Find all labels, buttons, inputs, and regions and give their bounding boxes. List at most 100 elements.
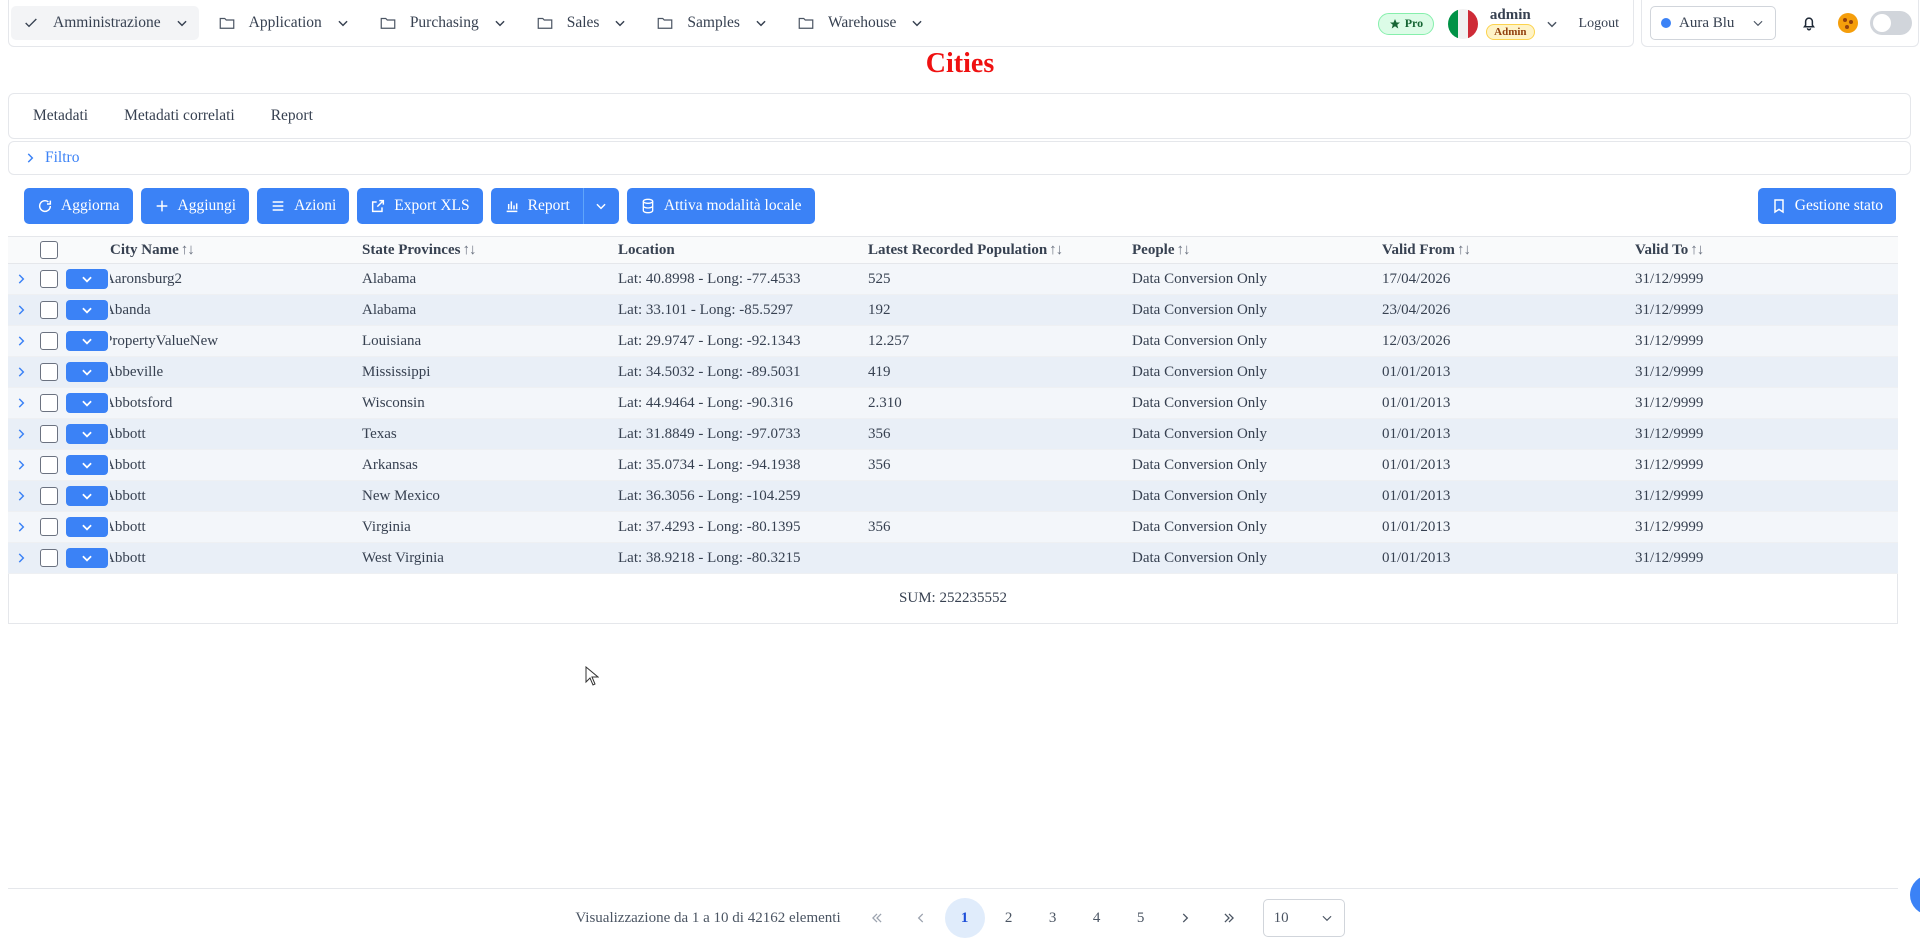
- sort-icon[interactable]: ↑↓: [1690, 242, 1704, 258]
- sort-icon[interactable]: ↑↓: [462, 242, 476, 258]
- column-header-valid-from[interactable]: Valid From ↑↓: [1382, 242, 1635, 259]
- page-button-5[interactable]: 5: [1121, 898, 1161, 938]
- row-actions-button[interactable]: [66, 362, 108, 382]
- table-row[interactable]: PropertyValueNew Louisiana Lat: 29.9747 - …: [8, 326, 1898, 357]
- cell-city: Abanda: [110, 302, 362, 319]
- menu-item-purchasing[interactable]: Purchasing: [368, 6, 517, 40]
- column-header-population[interactable]: Latest Recorded Population ↑↓: [868, 242, 1132, 259]
- row-checkbox[interactable]: [40, 270, 58, 288]
- table-row[interactable]: Abbott Virginia Lat: 37.4293 - Long: -80.1…: [8, 512, 1898, 543]
- row-actions-button[interactable]: [66, 486, 108, 506]
- row-actions-button[interactable]: [66, 331, 108, 351]
- column-header-people[interactable]: People ↑↓: [1132, 242, 1382, 259]
- sort-icon[interactable]: ↑↓: [181, 242, 195, 258]
- row-checkbox[interactable]: [40, 363, 58, 381]
- refresh-button[interactable]: Aggiorna: [24, 188, 133, 224]
- header-select-cell: [34, 241, 64, 259]
- table-row[interactable]: Abbott New Mexico Lat: 36.3056 - Long: -10…: [8, 481, 1898, 512]
- tab-metadati[interactable]: Metadati: [33, 107, 88, 125]
- row-checkbox[interactable]: [40, 425, 58, 443]
- menu-item-warehouse[interactable]: Warehouse: [786, 6, 934, 40]
- table-row[interactable]: Abbott Texas Lat: 31.8849 - Long: -97.0733…: [8, 419, 1898, 450]
- logout-button[interactable]: Logout: [1579, 16, 1619, 32]
- menu-item-sales[interactable]: Sales: [525, 6, 638, 40]
- row-expand-button[interactable]: [8, 551, 34, 565]
- sort-icon[interactable]: ↑↓: [1177, 242, 1191, 258]
- first-page-button[interactable]: [857, 898, 897, 938]
- row-expand-button[interactable]: [8, 365, 34, 379]
- page-button-4[interactable]: 4: [1077, 898, 1117, 938]
- last-page-button[interactable]: [1209, 898, 1249, 938]
- cell-people: Data Conversion Only: [1132, 487, 1267, 504]
- page-size-select[interactable]: 10: [1262, 899, 1345, 937]
- row-expand-button[interactable]: [8, 396, 34, 410]
- page-button-1[interactable]: 1: [944, 898, 985, 938]
- column-header-city[interactable]: City Name ↑↓: [110, 242, 362, 259]
- row-expand-button[interactable]: [8, 489, 34, 503]
- row-expand-button[interactable]: [8, 272, 34, 286]
- next-page-button[interactable]: [1165, 898, 1205, 938]
- row-actions-button[interactable]: [66, 548, 108, 568]
- bar-chart-icon: [504, 198, 520, 214]
- row-checkbox[interactable]: [40, 301, 58, 319]
- row-expand-button[interactable]: [8, 427, 34, 441]
- chevron-down-icon: [493, 16, 507, 30]
- row-checkbox[interactable]: [40, 549, 58, 567]
- row-checkbox[interactable]: [40, 518, 58, 536]
- menu-item-amministrazione[interactable]: Amministrazione: [11, 6, 199, 40]
- row-actions-button[interactable]: [66, 517, 108, 537]
- row-expand-button[interactable]: [8, 303, 34, 317]
- table-row[interactable]: Abbott West Virginia Lat: 38.9218 - Long: …: [8, 543, 1898, 574]
- page-button-3[interactable]: 3: [1033, 898, 1073, 938]
- tab-metadati-correlati[interactable]: Metadati correlati: [124, 107, 235, 125]
- page-button-2[interactable]: 2: [989, 898, 1029, 938]
- row-checkbox[interactable]: [40, 332, 58, 350]
- sort-icon[interactable]: ↑↓: [1049, 242, 1063, 258]
- row-actions-button[interactable]: [66, 424, 108, 444]
- cell-state: Wisconsin: [362, 394, 425, 411]
- menu-item-samples[interactable]: Samples: [645, 6, 778, 40]
- row-select-cell: [34, 549, 64, 567]
- chevron-down-icon[interactable]: [1545, 17, 1559, 31]
- cell-population: 356: [868, 456, 891, 473]
- column-header-valid-to[interactable]: Valid To ↑↓: [1635, 242, 1835, 259]
- language-flag-icon[interactable]: [1448, 8, 1479, 39]
- column-header-state[interactable]: State Provinces ↑↓: [362, 242, 618, 259]
- local-mode-button[interactable]: Attiva modalità locale: [626, 188, 815, 224]
- filter-panel-toggle[interactable]: Filtro: [8, 141, 1911, 175]
- row-checkbox[interactable]: [40, 394, 58, 412]
- bell-icon[interactable]: [1800, 14, 1818, 32]
- add-button[interactable]: Aggiungi: [140, 188, 250, 224]
- row-actions-button[interactable]: [66, 269, 108, 289]
- report-split-button: Report: [490, 188, 619, 224]
- table-row[interactable]: Abanda Alabama Lat: 33.101 - Long: -85.529…: [8, 295, 1898, 326]
- cookie-icon[interactable]: [1838, 13, 1858, 33]
- table-row[interactable]: Aaronsburg2 Alabama Lat: 40.8998 - Long: -…: [8, 264, 1898, 295]
- cell-city: Abbott: [110, 550, 362, 567]
- row-expand-button[interactable]: [8, 334, 34, 348]
- row-actions-button[interactable]: [66, 300, 108, 320]
- row-actions-button[interactable]: [66, 393, 108, 413]
- tab-report[interactable]: Report: [271, 107, 313, 125]
- row-actions-button[interactable]: [66, 455, 108, 475]
- menu-item-application[interactable]: Application: [207, 6, 360, 40]
- state-management-button[interactable]: Gestione stato: [1757, 188, 1896, 224]
- cell-location: Lat: 40.8998 - Long: -77.4533: [618, 270, 801, 287]
- user-menu[interactable]: admin Admin: [1486, 7, 1535, 40]
- table-row[interactable]: Abbotsford Wisconsin Lat: 44.9464 - Long: …: [8, 388, 1898, 419]
- row-checkbox[interactable]: [40, 487, 58, 505]
- row-expand-button[interactable]: [8, 520, 34, 534]
- table-row[interactable]: Abbeville Mississippi Lat: 34.5032 - Long:…: [8, 357, 1898, 388]
- prev-page-button[interactable]: [901, 898, 941, 938]
- actions-button[interactable]: Azioni: [257, 188, 350, 224]
- sort-icon[interactable]: ↑↓: [1457, 242, 1471, 258]
- row-expand-button[interactable]: [8, 458, 34, 472]
- report-dropdown-toggle[interactable]: [582, 188, 619, 224]
- theme-select[interactable]: Aura Blue: [1650, 6, 1776, 40]
- export-xls-button[interactable]: Export XLS: [357, 188, 483, 224]
- dark-mode-toggle[interactable]: [1870, 11, 1912, 35]
- select-all-checkbox[interactable]: [40, 241, 58, 259]
- report-button[interactable]: Report: [491, 188, 583, 224]
- row-checkbox[interactable]: [40, 456, 58, 474]
- table-row[interactable]: Abbott Arkansas Lat: 35.0734 - Long: -94.1…: [8, 450, 1898, 481]
